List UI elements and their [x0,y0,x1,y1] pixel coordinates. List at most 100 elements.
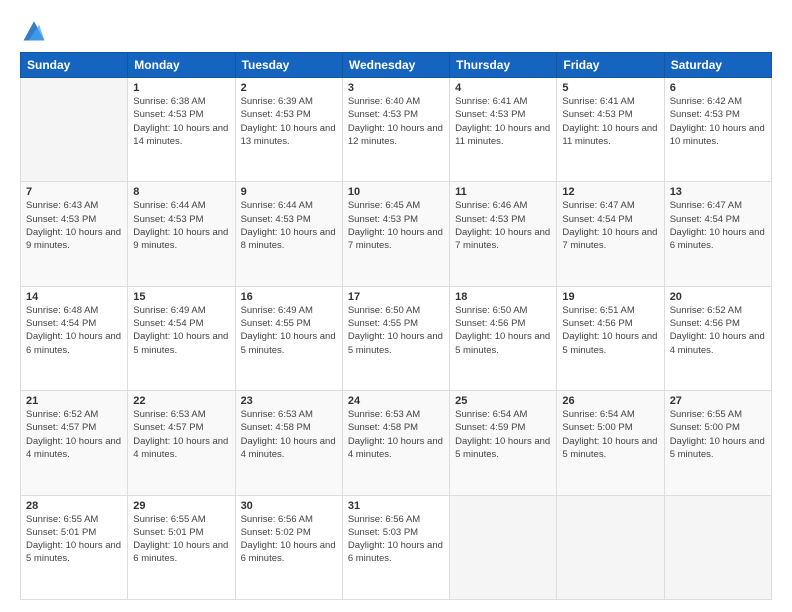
day-number: 22 [133,395,229,407]
day-info: Sunrise: 6:45 AMSunset: 4:53 PMDaylight:… [348,199,444,252]
day-info: Sunrise: 6:42 AMSunset: 4:53 PMDaylight:… [670,95,766,148]
day-cell: 11Sunrise: 6:46 AMSunset: 4:53 PMDayligh… [450,182,557,286]
day-info: Sunrise: 6:54 AMSunset: 4:59 PMDaylight:… [455,408,551,461]
day-info: Sunrise: 6:52 AMSunset: 4:56 PMDaylight:… [670,304,766,357]
day-number: 25 [455,395,551,407]
day-info: Sunrise: 6:56 AMSunset: 5:03 PMDaylight:… [348,513,444,566]
day-number: 9 [241,186,337,198]
day-cell: 6Sunrise: 6:42 AMSunset: 4:53 PMDaylight… [664,78,771,182]
column-header-monday: Monday [128,53,235,78]
day-info: Sunrise: 6:46 AMSunset: 4:53 PMDaylight:… [455,199,551,252]
day-number: 8 [133,186,229,198]
column-header-tuesday: Tuesday [235,53,342,78]
day-cell: 10Sunrise: 6:45 AMSunset: 4:53 PMDayligh… [342,182,449,286]
day-cell: 20Sunrise: 6:52 AMSunset: 4:56 PMDayligh… [664,286,771,390]
day-number: 12 [562,186,658,198]
day-cell: 17Sunrise: 6:50 AMSunset: 4:55 PMDayligh… [342,286,449,390]
logo-icon [20,16,48,44]
day-cell: 19Sunrise: 6:51 AMSunset: 4:56 PMDayligh… [557,286,664,390]
column-header-sunday: Sunday [21,53,128,78]
day-cell [21,78,128,182]
day-number: 27 [670,395,766,407]
day-cell: 15Sunrise: 6:49 AMSunset: 4:54 PMDayligh… [128,286,235,390]
day-number: 21 [26,395,122,407]
day-info: Sunrise: 6:55 AMSunset: 5:01 PMDaylight:… [26,513,122,566]
column-header-friday: Friday [557,53,664,78]
day-cell: 26Sunrise: 6:54 AMSunset: 5:00 PMDayligh… [557,391,664,495]
day-cell: 27Sunrise: 6:55 AMSunset: 5:00 PMDayligh… [664,391,771,495]
day-cell: 29Sunrise: 6:55 AMSunset: 5:01 PMDayligh… [128,495,235,599]
day-number: 17 [348,291,444,303]
day-number: 11 [455,186,551,198]
day-info: Sunrise: 6:53 AMSunset: 4:57 PMDaylight:… [133,408,229,461]
day-info: Sunrise: 6:52 AMSunset: 4:57 PMDaylight:… [26,408,122,461]
column-header-wednesday: Wednesday [342,53,449,78]
day-number: 14 [26,291,122,303]
day-info: Sunrise: 6:44 AMSunset: 4:53 PMDaylight:… [133,199,229,252]
day-cell: 1Sunrise: 6:38 AMSunset: 4:53 PMDaylight… [128,78,235,182]
day-number: 26 [562,395,658,407]
week-row-5: 28Sunrise: 6:55 AMSunset: 5:01 PMDayligh… [21,495,772,599]
day-info: Sunrise: 6:38 AMSunset: 4:53 PMDaylight:… [133,95,229,148]
day-number: 6 [670,82,766,94]
day-number: 19 [562,291,658,303]
day-number: 3 [348,82,444,94]
day-number: 1 [133,82,229,94]
day-info: Sunrise: 6:39 AMSunset: 4:53 PMDaylight:… [241,95,337,148]
day-number: 10 [348,186,444,198]
day-number: 4 [455,82,551,94]
header [20,16,772,44]
day-info: Sunrise: 6:53 AMSunset: 4:58 PMDaylight:… [241,408,337,461]
day-cell: 12Sunrise: 6:47 AMSunset: 4:54 PMDayligh… [557,182,664,286]
day-cell: 14Sunrise: 6:48 AMSunset: 4:54 PMDayligh… [21,286,128,390]
day-cell: 5Sunrise: 6:41 AMSunset: 4:53 PMDaylight… [557,78,664,182]
day-info: Sunrise: 6:51 AMSunset: 4:56 PMDaylight:… [562,304,658,357]
day-cell: 31Sunrise: 6:56 AMSunset: 5:03 PMDayligh… [342,495,449,599]
day-info: Sunrise: 6:48 AMSunset: 4:54 PMDaylight:… [26,304,122,357]
day-cell: 7Sunrise: 6:43 AMSunset: 4:53 PMDaylight… [21,182,128,286]
day-info: Sunrise: 6:47 AMSunset: 4:54 PMDaylight:… [562,199,658,252]
day-cell: 4Sunrise: 6:41 AMSunset: 4:53 PMDaylight… [450,78,557,182]
day-info: Sunrise: 6:43 AMSunset: 4:53 PMDaylight:… [26,199,122,252]
page: SundayMondayTuesdayWednesdayThursdayFrid… [0,0,792,612]
day-cell: 30Sunrise: 6:56 AMSunset: 5:02 PMDayligh… [235,495,342,599]
day-cell: 13Sunrise: 6:47 AMSunset: 4:54 PMDayligh… [664,182,771,286]
logo [20,16,52,44]
day-cell: 22Sunrise: 6:53 AMSunset: 4:57 PMDayligh… [128,391,235,495]
day-info: Sunrise: 6:49 AMSunset: 4:55 PMDaylight:… [241,304,337,357]
day-number: 15 [133,291,229,303]
week-row-3: 14Sunrise: 6:48 AMSunset: 4:54 PMDayligh… [21,286,772,390]
day-cell: 16Sunrise: 6:49 AMSunset: 4:55 PMDayligh… [235,286,342,390]
day-cell [450,495,557,599]
day-info: Sunrise: 6:47 AMSunset: 4:54 PMDaylight:… [670,199,766,252]
day-info: Sunrise: 6:55 AMSunset: 5:00 PMDaylight:… [670,408,766,461]
week-row-4: 21Sunrise: 6:52 AMSunset: 4:57 PMDayligh… [21,391,772,495]
day-info: Sunrise: 6:50 AMSunset: 4:55 PMDaylight:… [348,304,444,357]
day-cell: 25Sunrise: 6:54 AMSunset: 4:59 PMDayligh… [450,391,557,495]
day-number: 2 [241,82,337,94]
day-number: 5 [562,82,658,94]
day-info: Sunrise: 6:54 AMSunset: 5:00 PMDaylight:… [562,408,658,461]
day-cell: 8Sunrise: 6:44 AMSunset: 4:53 PMDaylight… [128,182,235,286]
calendar-header-row: SundayMondayTuesdayWednesdayThursdayFrid… [21,53,772,78]
day-info: Sunrise: 6:53 AMSunset: 4:58 PMDaylight:… [348,408,444,461]
day-info: Sunrise: 6:41 AMSunset: 4:53 PMDaylight:… [455,95,551,148]
day-number: 28 [26,500,122,512]
day-info: Sunrise: 6:56 AMSunset: 5:02 PMDaylight:… [241,513,337,566]
calendar: SundayMondayTuesdayWednesdayThursdayFrid… [20,52,772,600]
column-header-thursday: Thursday [450,53,557,78]
day-cell: 21Sunrise: 6:52 AMSunset: 4:57 PMDayligh… [21,391,128,495]
day-info: Sunrise: 6:49 AMSunset: 4:54 PMDaylight:… [133,304,229,357]
day-number: 31 [348,500,444,512]
day-number: 20 [670,291,766,303]
day-number: 24 [348,395,444,407]
day-number: 23 [241,395,337,407]
day-info: Sunrise: 6:41 AMSunset: 4:53 PMDaylight:… [562,95,658,148]
day-number: 16 [241,291,337,303]
week-row-1: 1Sunrise: 6:38 AMSunset: 4:53 PMDaylight… [21,78,772,182]
day-number: 30 [241,500,337,512]
day-cell [557,495,664,599]
day-number: 7 [26,186,122,198]
day-cell: 3Sunrise: 6:40 AMSunset: 4:53 PMDaylight… [342,78,449,182]
day-number: 29 [133,500,229,512]
